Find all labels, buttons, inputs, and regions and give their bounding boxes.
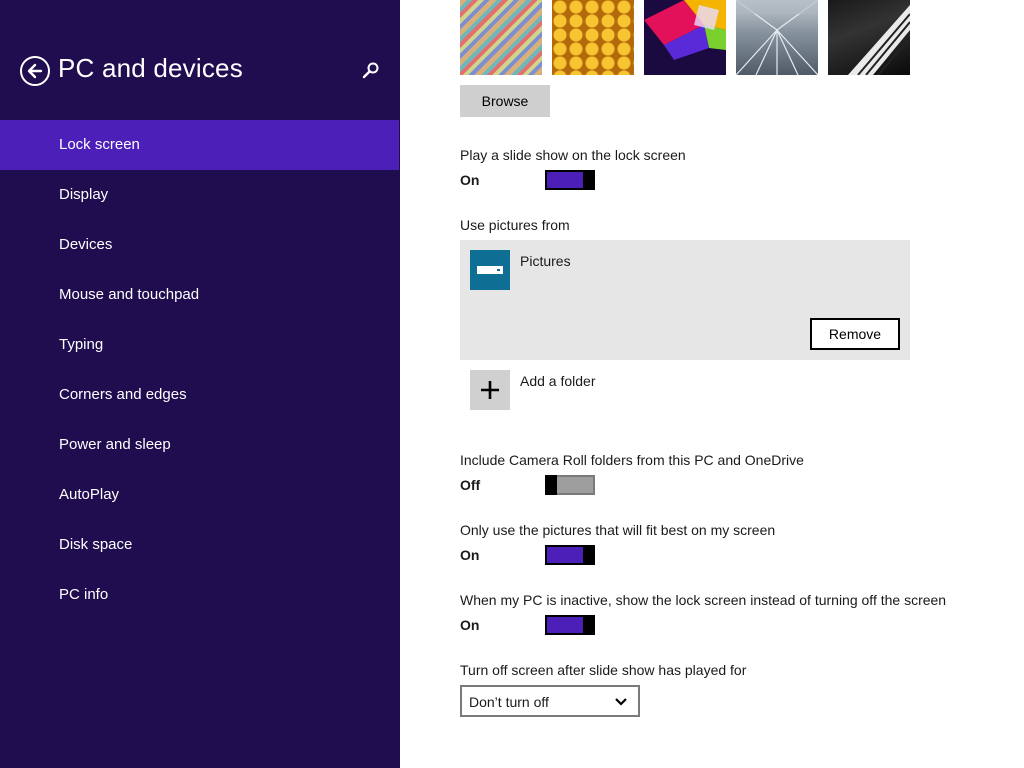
folder-list-item[interactable]: Pictures Remove bbox=[460, 240, 910, 360]
fit-best-toggle[interactable] bbox=[545, 545, 595, 565]
sidebar-item-mouse-and-touchpad[interactable]: Mouse and touchpad bbox=[0, 270, 399, 320]
slideshow-toggle[interactable] bbox=[545, 170, 595, 190]
lock-screen-thumbnail[interactable] bbox=[460, 0, 542, 75]
turn-off-selected-value: Don’t turn off bbox=[469, 694, 549, 710]
search-icon[interactable] bbox=[360, 60, 382, 82]
sidebar-item-display[interactable]: Display bbox=[0, 170, 399, 220]
fit-best-state: On bbox=[460, 547, 480, 563]
sidebar-item-disk-space[interactable]: Disk space bbox=[0, 520, 399, 570]
lock-screen-thumbnail[interactable] bbox=[552, 0, 634, 75]
back-arrow-icon[interactable] bbox=[20, 56, 50, 86]
slideshow-state: On bbox=[460, 172, 480, 188]
sidebar-item-typing[interactable]: Typing bbox=[0, 320, 399, 370]
camera-roll-toggle[interactable] bbox=[545, 475, 595, 495]
page-title: PC and devices bbox=[58, 53, 243, 83]
sidebar-item-lock-screen[interactable]: Lock screen bbox=[0, 120, 399, 170]
sidebar-item-pc-info[interactable]: PC info bbox=[0, 570, 399, 620]
lock-screen-settings: Browse Play a slide show on the lock scr… bbox=[400, 0, 1024, 768]
folder-name: Pictures bbox=[520, 253, 571, 269]
use-pictures-from-label: Use pictures from bbox=[460, 217, 570, 233]
sidebar: PC and devices Lock screen Display Devic… bbox=[0, 0, 400, 768]
sidebar-item-power-and-sleep[interactable]: Power and sleep bbox=[0, 420, 399, 470]
slideshow-label: Play a slide show on the lock screen bbox=[460, 147, 686, 163]
browse-button[interactable]: Browse bbox=[460, 85, 550, 117]
turn-off-dropdown[interactable]: Don’t turn off bbox=[460, 685, 640, 717]
sidebar-item-corners-and-edges[interactable]: Corners and edges bbox=[0, 370, 399, 420]
folder-icon bbox=[470, 250, 510, 290]
lock-screen-thumbnail[interactable] bbox=[736, 0, 818, 75]
remove-button[interactable]: Remove bbox=[810, 318, 900, 350]
inactive-label: When my PC is inactive, show the lock sc… bbox=[460, 592, 947, 608]
camera-roll-label: Include Camera Roll folders from this PC… bbox=[460, 452, 804, 468]
sidebar-item-devices[interactable]: Devices bbox=[0, 220, 399, 270]
turn-off-label: Turn off screen after slide show has pla… bbox=[460, 662, 747, 678]
add-folder-button[interactable]: Add a folder bbox=[520, 373, 596, 389]
camera-roll-state: Off bbox=[460, 477, 481, 493]
lock-screen-thumbnail[interactable] bbox=[644, 0, 726, 75]
inactive-state: On bbox=[460, 617, 480, 633]
chevron-down-icon bbox=[615, 698, 627, 706]
sidebar-nav: Lock screen Display Devices Mouse and to… bbox=[0, 120, 399, 620]
add-icon[interactable] bbox=[470, 370, 510, 410]
sidebar-item-autoplay[interactable]: AutoPlay bbox=[0, 470, 399, 520]
inactive-toggle[interactable] bbox=[545, 615, 595, 635]
lock-screen-thumbnail[interactable] bbox=[828, 0, 910, 75]
fit-best-label: Only use the pictures that will fit best… bbox=[460, 522, 776, 538]
